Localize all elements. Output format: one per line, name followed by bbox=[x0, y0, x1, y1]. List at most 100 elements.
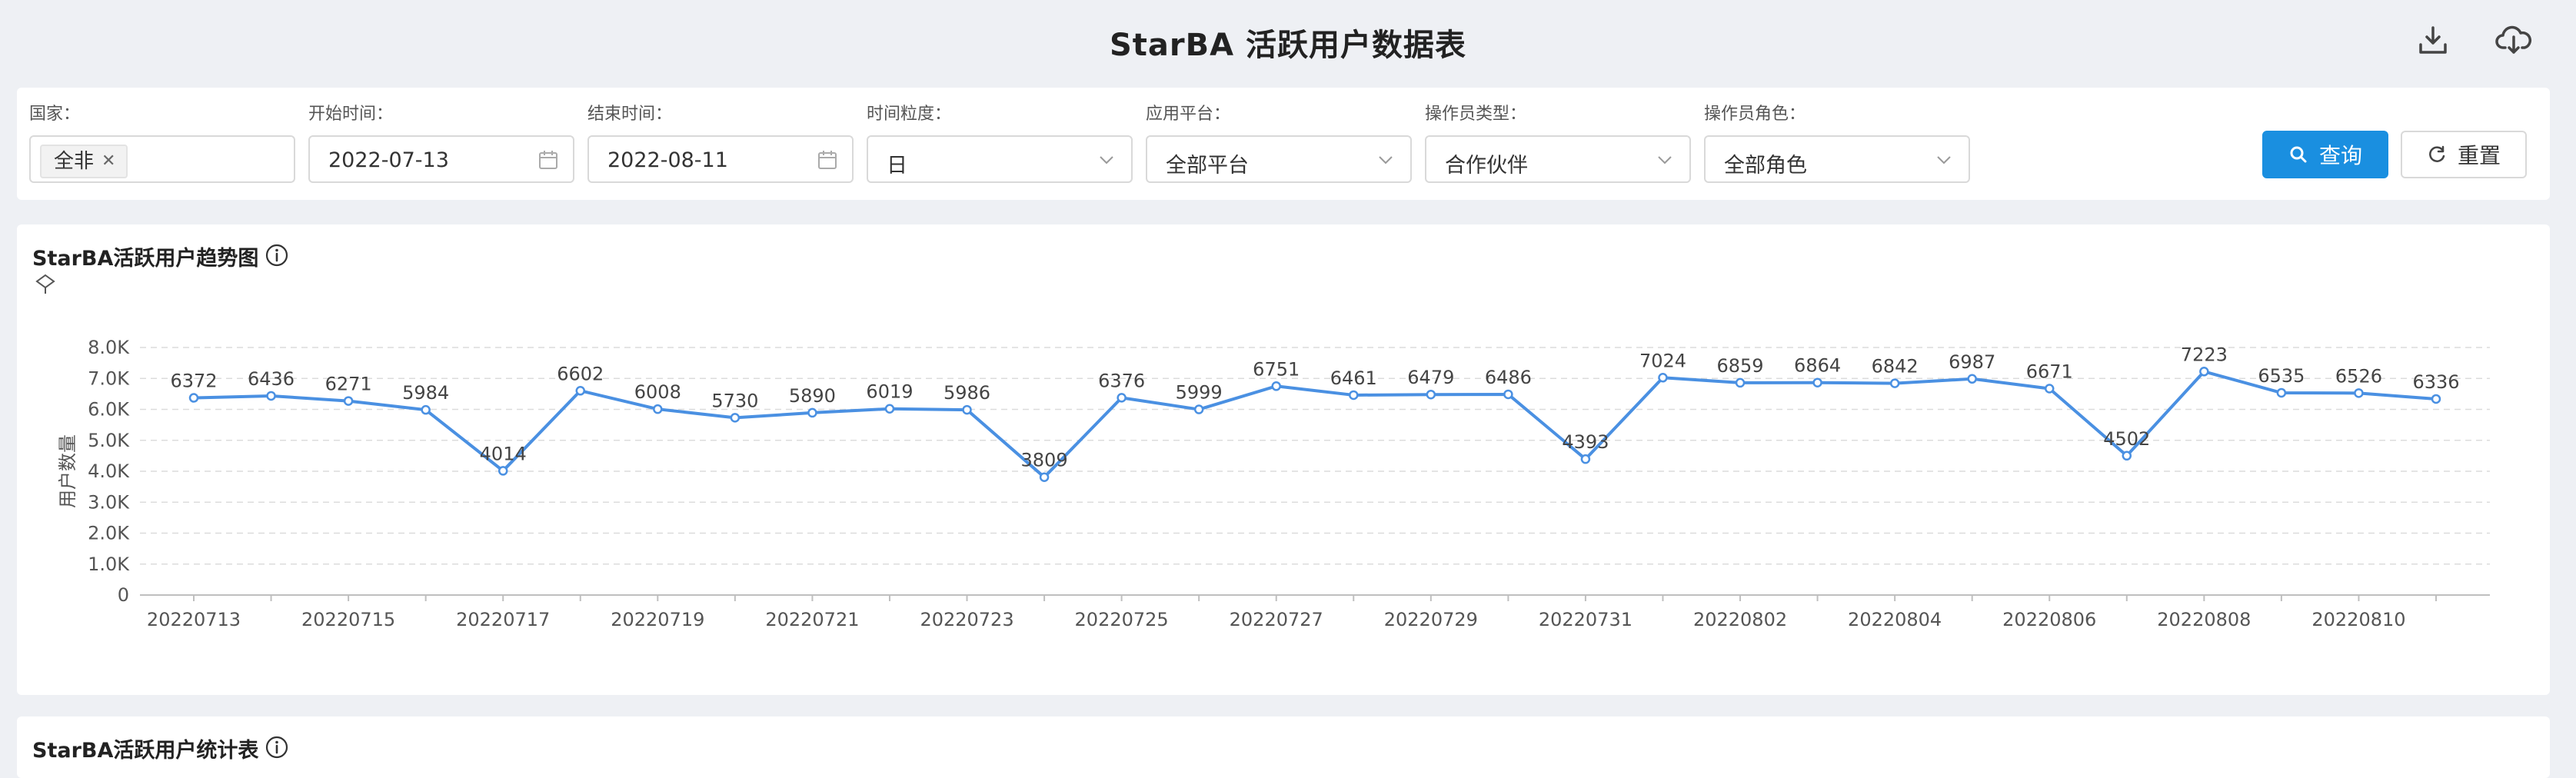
data-point bbox=[1193, 404, 1204, 414]
trend-line-chart: 0 1.0K 2.0K 3.0K 4.0K 5.0K 6.0K 7.0K 8.0K 用户数量 202… bbox=[57, 337, 2490, 630]
query-button[interactable]: 查询 bbox=[2262, 131, 2388, 178]
operator-role-select[interactable]: 全部角色 bbox=[1704, 135, 1970, 183]
start-date-picker[interactable]: 2022-07-13 bbox=[308, 135, 574, 183]
start-date-value: 2022-07-13 bbox=[328, 148, 449, 172]
granularity-select[interactable]: 日 bbox=[867, 135, 1133, 183]
country-label: 国家： bbox=[29, 105, 81, 124]
platform-value: 全部平台 bbox=[1166, 154, 1249, 178]
data-point bbox=[1349, 390, 1359, 401]
cloud-download-icon[interactable] bbox=[2494, 23, 2533, 57]
data-label: 4014 bbox=[480, 443, 527, 464]
data-label: 7024 bbox=[1639, 350, 1686, 371]
page-header: StarBA 活跃用户数据表 bbox=[0, 0, 2576, 85]
stats-table-title: StarBA活跃用户统计表 bbox=[32, 739, 259, 763]
filter-panel: 国家： 全非 ✕ 开始时间： 2022-07-13 结束时间： 2022-08-… bbox=[17, 88, 2550, 200]
country-select[interactable]: 全非 ✕ bbox=[29, 135, 295, 183]
chevron-down-icon bbox=[1379, 156, 1393, 165]
data-label: 6271 bbox=[325, 374, 372, 395]
data-point bbox=[421, 404, 431, 415]
y-tick-label: 1.0K bbox=[88, 554, 130, 575]
operator-role-filter: 操作员角色： 全部角色 bbox=[1704, 103, 1970, 183]
data-label: 6526 bbox=[2335, 365, 2382, 387]
operator-type-select[interactable]: 合作伙伴 bbox=[1425, 135, 1691, 183]
y-tick-label: 7.0K bbox=[88, 367, 130, 389]
granularity-value: 日 bbox=[887, 154, 907, 178]
y-tick-label: 0 bbox=[118, 584, 129, 606]
y-tick-label: 3.0K bbox=[88, 491, 130, 513]
data-label: 6008 bbox=[634, 381, 681, 403]
page-title: StarBA 活跃用户数据表 bbox=[1109, 28, 1467, 63]
chevron-down-icon bbox=[1937, 156, 1951, 165]
data-point bbox=[498, 466, 508, 476]
x-tick-label: 20220713 bbox=[147, 609, 241, 630]
data-label: 4393 bbox=[1562, 431, 1609, 453]
x-tick-label: 20220725 bbox=[1075, 609, 1169, 630]
start-time-filter: 开始时间： 2022-07-13 bbox=[308, 103, 574, 183]
x-tick-label: 20220715 bbox=[301, 609, 395, 630]
y-tick-label: 4.0K bbox=[88, 460, 130, 482]
data-point bbox=[1889, 378, 1900, 388]
data-label: 7223 bbox=[2181, 344, 2228, 365]
data-label: 6486 bbox=[1485, 367, 1532, 388]
data-point bbox=[2354, 388, 2364, 398]
x-tick-label: 20220717 bbox=[456, 609, 550, 630]
data-point bbox=[575, 386, 586, 396]
calendar-icon bbox=[818, 151, 837, 169]
data-point bbox=[1658, 373, 1668, 383]
operator-type-label: 操作员类型： bbox=[1425, 105, 1527, 124]
data-label: 5984 bbox=[402, 382, 449, 404]
data-label: 6461 bbox=[1330, 367, 1377, 389]
data-point bbox=[1117, 393, 1127, 403]
reset-button[interactable]: 重置 bbox=[2401, 131, 2527, 178]
x-tick-label: 20220721 bbox=[765, 609, 859, 630]
end-date-picker[interactable]: 2022-08-11 bbox=[587, 135, 854, 183]
x-tick-label: 20220808 bbox=[2157, 609, 2251, 630]
operator-role-label: 操作员角色： bbox=[1704, 105, 1806, 124]
x-tick-label: 20220719 bbox=[611, 609, 704, 630]
end-time-filter: 结束时间： 2022-08-11 bbox=[587, 103, 854, 183]
data-point bbox=[1967, 374, 1977, 384]
y-tick-label: 2.0K bbox=[88, 523, 130, 544]
data-point bbox=[1503, 389, 1513, 400]
search-icon bbox=[2290, 146, 2307, 163]
data-point bbox=[188, 393, 199, 403]
trend-chart-card: StarBA活跃用户趋势图 0 1.0K 2.0K 3.0K 4.0K 5.0K 6.0K 7… bbox=[17, 224, 2550, 695]
y-tick-label: 5.0K bbox=[88, 430, 130, 451]
data-label: 6842 bbox=[1872, 356, 1919, 377]
platform-filter: 应用平台： 全部平台 bbox=[1146, 103, 1412, 183]
data-label: 6336 bbox=[2412, 371, 2459, 393]
data-label: 6535 bbox=[2258, 365, 2305, 387]
platform-select[interactable]: 全部平台 bbox=[1146, 135, 1412, 183]
x-tick-label: 20220727 bbox=[1230, 609, 1323, 630]
info-icon[interactable] bbox=[265, 735, 289, 760]
data-label: 6671 bbox=[2026, 361, 2073, 382]
platform-label: 应用平台： bbox=[1146, 105, 1231, 124]
data-point bbox=[962, 404, 972, 415]
y-tick-label: 6.0K bbox=[88, 399, 130, 421]
data-point bbox=[653, 404, 663, 414]
data-point bbox=[2276, 387, 2287, 398]
x-tick-label: 20220802 bbox=[1693, 609, 1787, 630]
tag-close-icon[interactable]: ✕ bbox=[102, 147, 115, 176]
data-point bbox=[1580, 454, 1591, 464]
country-filter: 国家： 全非 ✕ bbox=[29, 103, 295, 183]
data-point bbox=[2199, 367, 2209, 377]
data-point bbox=[1426, 389, 1436, 400]
x-tick-label: 20220804 bbox=[1848, 609, 1942, 630]
x-tick-label: 20220806 bbox=[2002, 609, 2096, 630]
data-label: 5986 bbox=[944, 382, 990, 404]
calendar-icon bbox=[539, 151, 557, 169]
series-line bbox=[193, 370, 2437, 479]
data-point bbox=[2044, 384, 2055, 394]
operator-type-value: 合作伙伴 bbox=[1445, 154, 1528, 178]
data-label: 6019 bbox=[866, 381, 913, 403]
data-point bbox=[1812, 377, 1822, 387]
data-label: 6436 bbox=[248, 368, 295, 390]
data-label: 6376 bbox=[1098, 370, 1145, 391]
operator-type-filter: 操作员类型： 合作伙伴 bbox=[1425, 103, 1691, 183]
operator-role-value: 全部角色 bbox=[1724, 154, 1807, 178]
y-tick-label: 8.0K bbox=[88, 337, 130, 358]
download-icon[interactable] bbox=[2416, 23, 2450, 57]
end-time-label: 结束时间： bbox=[587, 105, 673, 124]
data-label: 6751 bbox=[1253, 358, 1300, 380]
